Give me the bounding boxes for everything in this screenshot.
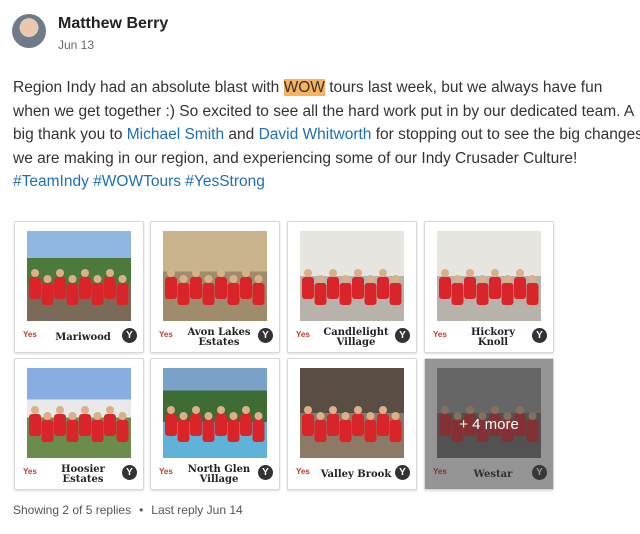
photo-card[interactable]: Yes Hickory Knoll Y: [424, 221, 554, 353]
people-figures: [439, 269, 539, 305]
brand-y-icon: Y: [395, 328, 410, 343]
company-logo: Yes: [23, 330, 37, 339]
people-figures: [29, 269, 129, 305]
people-figures: [302, 269, 402, 305]
post-text: Region Indy had an absolute blast with: [13, 79, 284, 96]
replies-count-link[interactable]: Showing 2 of 5 replies: [13, 503, 131, 517]
last-reply-link[interactable]: Last reply Jun 14: [151, 503, 242, 517]
post-footer: Showing 2 of 5 replies • Last reply Jun 14: [13, 503, 243, 517]
post-header: Matthew Berry Jun 13: [12, 12, 168, 52]
group-photo: [27, 368, 131, 458]
brand-y-icon: Y: [258, 465, 273, 480]
photo-card[interactable]: Yes Valley Brook Y: [287, 358, 417, 490]
group-photo: [163, 231, 267, 321]
brand-y-icon: Y: [258, 328, 273, 343]
author-avatar[interactable]: [12, 14, 46, 48]
photo-card[interactable]: Yes Mariwood Y: [14, 221, 144, 353]
search-highlight: WOW: [283, 79, 325, 96]
group-photo: [27, 231, 131, 321]
post-date[interactable]: Jun 13: [58, 38, 168, 52]
post-body: Region Indy had an absolute blast with W…: [13, 76, 640, 194]
photo-card[interactable]: YesWestarY+ 4 more: [424, 358, 554, 490]
mention-link[interactable]: Michael Smith: [127, 126, 224, 143]
people-figures: [165, 269, 265, 305]
brand-y-icon: Y: [122, 328, 137, 343]
more-photos-overlay[interactable]: + 4 more: [425, 359, 553, 489]
people-figures: [165, 406, 265, 442]
company-logo: Yes: [296, 330, 310, 339]
photo-card[interactable]: Yes Candlelight Village Y: [287, 221, 417, 353]
company-logo: Yes: [296, 467, 310, 476]
mention-link[interactable]: David Whitworth: [259, 126, 372, 143]
hashtag-link[interactable]: #TeamIndy: [13, 173, 89, 190]
company-logo: Yes: [159, 330, 173, 339]
photo-gallery: Yes Mariwood Y Yes Avon Lakes Estates Y Yes Can…: [14, 221, 554, 491]
photo-caption: Hickory Knoll: [470, 327, 515, 348]
author-name[interactable]: Matthew Berry: [58, 15, 168, 33]
brand-y-icon: Y: [122, 465, 137, 480]
photo-card[interactable]: Yes Avon Lakes Estates Y: [150, 221, 280, 353]
photo-card[interactable]: Yes North Glen Village Y: [150, 358, 280, 490]
hashtag-link[interactable]: #WOWTours: [93, 173, 181, 190]
group-photo: [300, 368, 404, 458]
hashtag-link[interactable]: #YesStrong: [185, 173, 265, 190]
photo-caption: Hoosier Estates: [61, 464, 105, 485]
group-photo: [163, 368, 267, 458]
group-photo: [300, 231, 404, 321]
photo-caption: North Glen Village: [187, 464, 251, 485]
post-text: and: [224, 126, 259, 143]
company-logo: Yes: [159, 467, 173, 476]
company-logo: Yes: [23, 467, 37, 476]
people-figures: [302, 406, 402, 442]
photo-card[interactable]: Yes Hoosier Estates Y: [14, 358, 144, 490]
group-photo: [437, 231, 541, 321]
separator: •: [139, 503, 144, 517]
brand-y-icon: Y: [532, 328, 547, 343]
photo-caption: Avon Lakes Estates: [187, 327, 251, 348]
people-figures: [29, 406, 129, 442]
photo-caption: Candlelight Village: [323, 327, 389, 348]
brand-y-icon: Y: [395, 465, 410, 480]
photo-caption: Valley Brook: [320, 469, 392, 480]
company-logo: Yes: [433, 330, 447, 339]
photo-caption: Mariwood: [55, 332, 111, 343]
